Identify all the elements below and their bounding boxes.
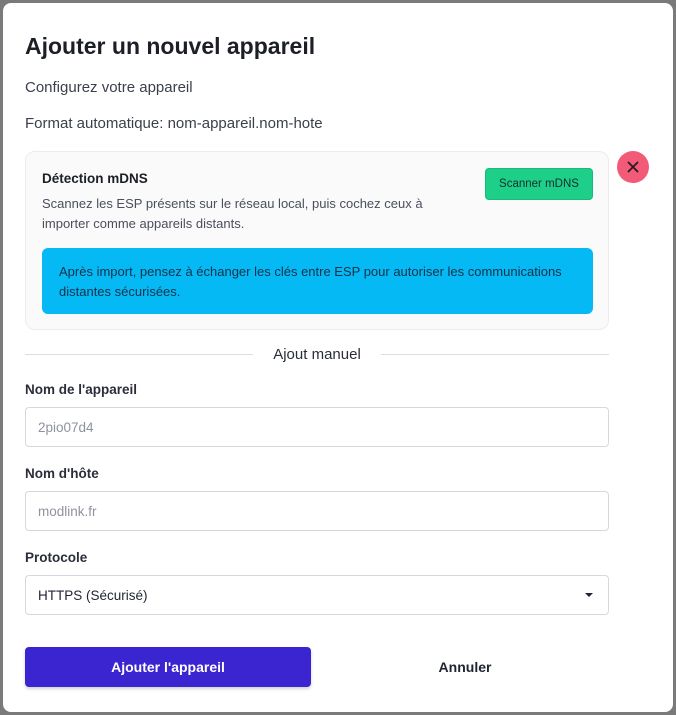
device-name-label: Nom de l'appareil [25,382,137,397]
format-hint: Format automatique: nom-appareil.nom-hot… [25,115,323,132]
protocol-label: Protocole [25,550,88,565]
add-device-dialog: Ajouter un nouvel appareil Configurez vo… [3,3,673,712]
add-device-button[interactable]: Ajouter l'appareil [25,647,311,687]
scan-mdns-button[interactable]: Scanner mDNS [485,168,593,200]
close-icon [627,161,639,173]
hostname-label: Nom d'hôte [25,466,99,481]
chevron-down-icon [585,593,593,597]
hostname-input[interactable] [25,491,609,531]
protocol-selected-value: HTTPS (Sécurisé) [38,587,148,603]
mdns-title: Détection mDNS [42,171,148,186]
cancel-button[interactable]: Annuler [322,647,608,687]
close-button[interactable] [617,151,649,183]
protocol-select[interactable]: HTTPS (Sécurisé) [25,575,609,615]
device-name-input[interactable] [25,407,609,447]
mdns-description: Scannez les ESP présents sur le réseau l… [42,196,423,231]
manual-add-divider-label: Ajout manuel [273,346,361,363]
dialog-subtitle: Configurez votre appareil [25,79,193,96]
key-exchange-info: Après import, pensez à échanger les clés… [42,248,593,314]
dialog-title: Ajouter un nouvel appareil [25,33,316,59]
mdns-detection-card: Détection mDNS Scannez les ESP présents … [25,151,609,330]
divider-right [381,354,609,355]
divider-left [25,354,253,355]
